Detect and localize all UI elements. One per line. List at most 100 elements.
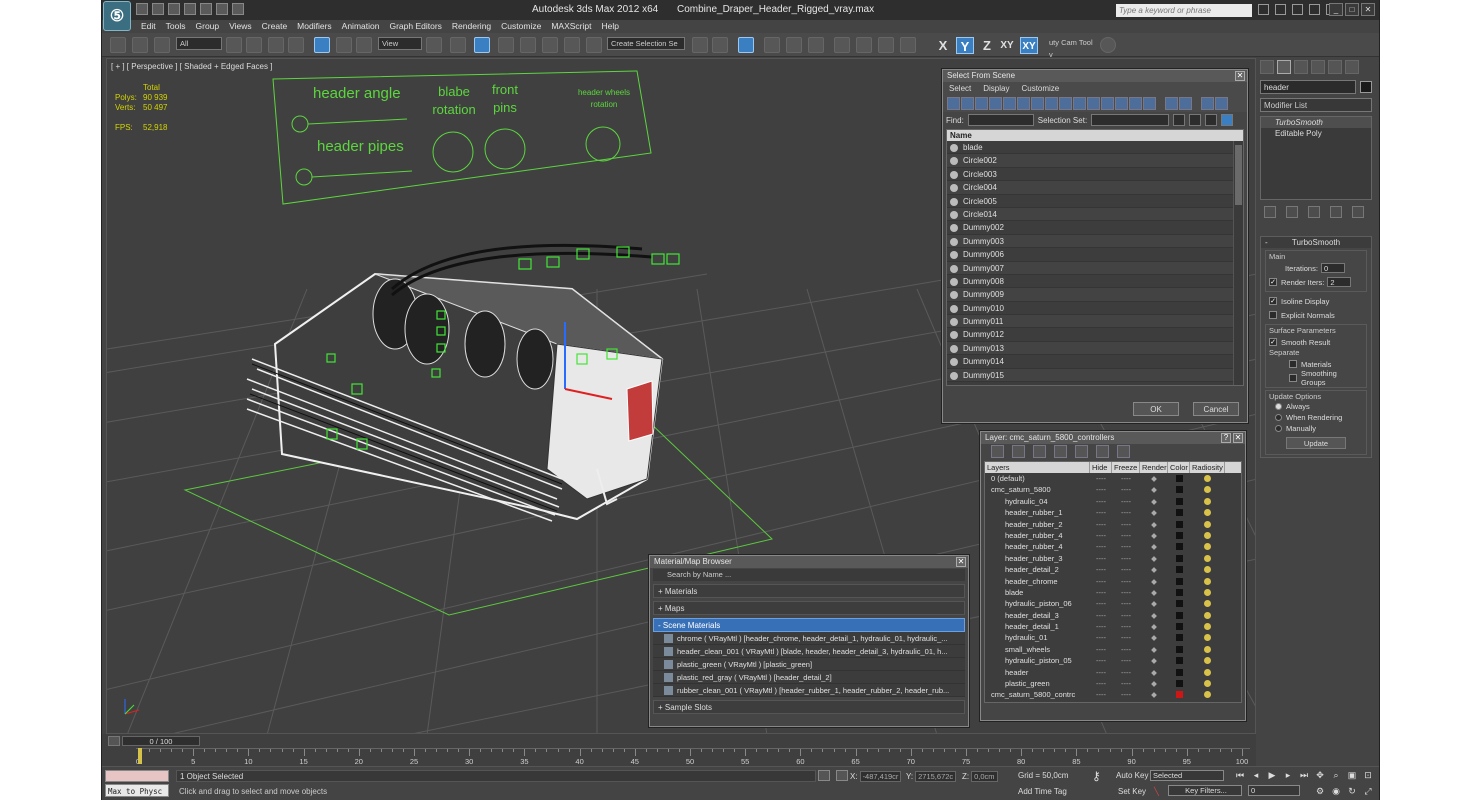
layer-row[interactable]: hydraulic_piston_06 ---- ---- ◆ [985,598,1241,609]
set-key-button[interactable]: Set Key [1118,786,1146,798]
menu-select[interactable]: Select [943,82,977,96]
window-crossing-icon[interactable] [288,37,304,53]
stack-item-editable-poly[interactable]: Editable Poly [1261,128,1371,139]
materials-section[interactable]: + Materials [653,584,965,598]
list-item[interactable]: Circle002 [947,154,1243,168]
project-folder-icon[interactable] [216,3,228,15]
subscription-icon[interactable] [1275,4,1286,15]
axis-x-button[interactable]: X [934,37,952,54]
sample-slots-section[interactable]: + Sample Slots [653,700,965,714]
separate-materials-checkbox[interactable] [1289,360,1297,368]
header-angle-knob[interactable] [291,115,309,133]
key-tangent-icon[interactable]: ╲ [1154,786,1159,798]
find-input[interactable] [967,114,1034,126]
make-unique-icon[interactable] [1308,206,1320,218]
display-groups-icon[interactable] [1031,97,1044,110]
show-end-result-icon[interactable] [1286,206,1298,218]
layer-color-swatch[interactable] [1168,655,1190,666]
layer-row[interactable]: cmc_saturn_5800 ---- ---- ◆ [985,484,1241,495]
layer-row[interactable]: small_wheels ---- ---- ◆ [985,644,1241,655]
snaps-toggle-icon[interactable] [498,37,514,53]
layer-name[interactable]: header [985,667,1090,678]
header-wheels-knob[interactable] [585,126,621,162]
menu-help[interactable]: Help [596,20,623,33]
list-item[interactable]: Dummy002 [947,221,1243,235]
radiosity-icon[interactable] [1190,587,1225,598]
display-spacewarps-icon[interactable] [1017,97,1030,110]
select-link-icon[interactable] [110,37,126,53]
layer-name[interactable]: small_wheels [985,644,1090,655]
display-containers-icon[interactable] [1073,97,1086,110]
freeze-toggle[interactable]: ---- [1112,667,1140,678]
render-toggle-icon[interactable]: ◆ [1140,621,1168,632]
layer-row[interactable]: blade ---- ---- ◆ [985,587,1241,598]
mirror-icon[interactable] [692,37,708,53]
menu-graph-editors[interactable]: Graph Editors [384,20,446,33]
layer-row[interactable]: plastic_green ---- ---- ◆ [985,678,1241,689]
menu-customize[interactable]: Customize [1015,82,1065,96]
layer-name[interactable]: header_chrome [985,576,1090,587]
save-file-icon[interactable] [168,3,180,15]
hide-toggle[interactable]: ---- [1090,667,1112,678]
go-to-start-icon[interactable]: ⏮ [1234,770,1246,781]
undo-icon[interactable] [184,3,196,15]
layer-row[interactable]: header_rubber_1 ---- ---- ◆ [985,507,1241,518]
render-toggle-icon[interactable]: ◆ [1140,507,1168,518]
stack-item-turbosmooth[interactable]: TurboSmooth [1261,117,1371,128]
layer-row[interactable]: header_detail_1 ---- ---- ◆ [985,621,1241,632]
field-of-view-icon[interactable]: ◉ [1330,786,1342,797]
list-item[interactable]: Dummy009 [947,288,1243,302]
layer-color-swatch[interactable] [1168,621,1190,632]
radiosity-icon[interactable] [1190,610,1225,621]
render-toggle-icon[interactable]: ◆ [1140,496,1168,507]
pin-stack-icon[interactable] [1264,206,1276,218]
radiosity-icon[interactable] [1190,553,1225,564]
isoline-display-checkbox[interactable]: ✓ [1269,297,1277,305]
render-toggle-icon[interactable]: ◆ [1140,632,1168,643]
freeze-toggle[interactable]: ---- [1112,541,1140,552]
hide-toggle[interactable]: ---- [1090,655,1112,666]
hide-toggle[interactable]: ---- [1090,610,1112,621]
freeze-toggle[interactable]: ---- [1112,576,1140,587]
layer-color-swatch[interactable] [1168,632,1190,643]
coord-x-input[interactable]: -487,419cr [859,770,902,782]
hide-toggle[interactable]: ---- [1090,587,1112,598]
freeze-all-icon[interactable] [1117,445,1130,458]
schematic-view-icon[interactable] [808,37,824,53]
freeze-toggle[interactable]: ---- [1112,553,1140,564]
layer-color-swatch[interactable] [1168,553,1190,564]
render-toggle-icon[interactable]: ◆ [1140,689,1168,700]
freeze-toggle[interactable]: ---- [1112,689,1140,700]
list-item[interactable]: blade [947,141,1243,155]
list-scrollbar[interactable] [1233,141,1243,385]
menu-maxscript[interactable]: MAXScript [546,20,596,33]
render-production-icon[interactable] [900,37,916,53]
display-helpers-icon[interactable] [1003,97,1016,110]
hierarchy-tab-icon[interactable] [1294,60,1308,74]
help-icon[interactable]: ? [1221,433,1231,443]
radiosity-icon[interactable] [1190,496,1225,507]
coord-y-input[interactable]: 2715,672c [915,770,957,782]
new-layer-icon[interactable] [991,445,1004,458]
render-toggle-icon[interactable]: ◆ [1140,701,1168,703]
rendered-frame-icon[interactable] [878,37,894,53]
layer-row[interactable]: cmc_saturn_5800_helper--------◆ [985,701,1241,703]
angle-snap-icon[interactable] [520,37,536,53]
radiosity-icon[interactable] [1190,689,1225,700]
hide-toggle[interactable]: ---- [1090,507,1112,518]
menu-rendering[interactable]: Rendering [447,20,496,33]
sync-selection-icon[interactable] [1221,114,1234,126]
maxscript-listener-input[interactable] [105,770,169,782]
sort-icon[interactable] [1215,97,1228,110]
render-toggle-icon[interactable]: ◆ [1140,541,1168,552]
hide-toggle[interactable]: ---- [1090,701,1112,703]
radiosity-icon[interactable] [1190,598,1225,609]
graphite-ribbon-icon[interactable] [764,37,780,53]
render-toggle-icon[interactable]: ◆ [1140,587,1168,598]
select-in-layer-icon[interactable] [1054,445,1067,458]
zoom-icon[interactable]: ⌕ [1330,770,1342,781]
perspective-viewport[interactable]: [ + ] [ Perspective ] [ Shaded + Edged F… [106,58,1256,734]
hide-toggle[interactable]: ---- [1090,484,1112,495]
explicit-normals-checkbox[interactable] [1269,311,1277,319]
highlight-layer-icon[interactable] [1075,445,1088,458]
